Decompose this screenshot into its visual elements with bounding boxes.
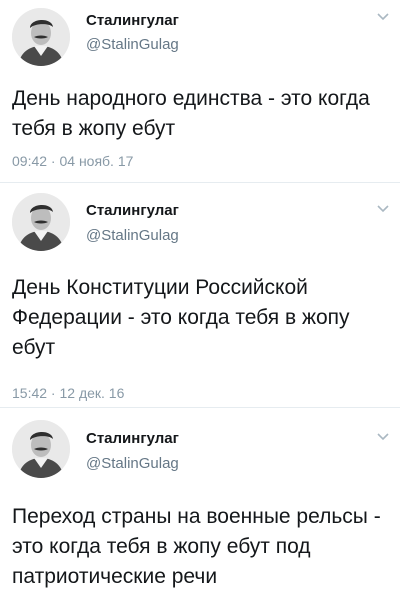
author-name[interactable]: Сталингулаг xyxy=(86,202,179,219)
author-handle[interactable]: @StalinGulag xyxy=(86,227,179,244)
tweet-timestamp[interactable]: 09:42 · 04 нояб. 17 xyxy=(12,153,133,169)
tweet-text: День народного единства - это когда тебя… xyxy=(12,87,370,140)
divider xyxy=(0,182,400,183)
chevron-down-icon[interactable] xyxy=(376,204,390,214)
tweet-text: Переход страны на военные рельсы - это к… xyxy=(12,505,381,588)
tweet-feed: Сталингулаг @StalinGulag День народного … xyxy=(0,0,400,598)
avatar[interactable] xyxy=(12,420,70,478)
avatar[interactable] xyxy=(12,193,70,251)
chevron-down-icon[interactable] xyxy=(376,432,390,442)
author-name[interactable]: Сталингулаг xyxy=(86,430,179,447)
divider xyxy=(0,407,400,408)
tweet-timestamp[interactable]: 15:42 · 12 дек. 16 xyxy=(12,385,124,401)
tweet-text: День Конституции Российской Федерации - … xyxy=(12,276,350,359)
tweet-card[interactable]: Сталингулаг @StalinGulag Переход страны … xyxy=(0,410,400,598)
tweet-card[interactable]: Сталингулаг @StalinGulag День Конституци… xyxy=(0,185,400,407)
tweet-card[interactable]: Сталингулаг @StalinGulag День народного … xyxy=(0,0,400,182)
author-handle[interactable]: @StalinGulag xyxy=(86,455,179,472)
avatar[interactable] xyxy=(12,8,70,66)
author-handle[interactable]: @StalinGulag xyxy=(86,36,179,53)
author-name[interactable]: Сталингулаг xyxy=(86,12,179,29)
chevron-down-icon[interactable] xyxy=(376,12,390,22)
